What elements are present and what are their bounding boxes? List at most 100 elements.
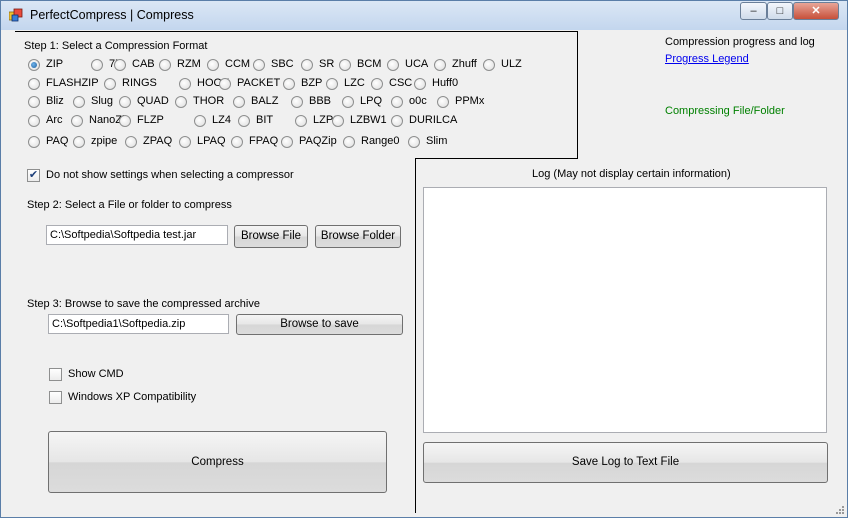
- show-cmd-checkbox[interactable]: [49, 368, 62, 381]
- minimize-button[interactable]: –: [740, 2, 767, 20]
- format-radio-zhuff[interactable]: [434, 59, 446, 71]
- format-radio-rzm[interactable]: [159, 59, 171, 71]
- format-radio-durilca[interactable]: [391, 115, 403, 127]
- format-radio-packet[interactable]: [219, 78, 231, 90]
- format-radio-flashzip[interactable]: [28, 78, 40, 90]
- format-label-rings: RINGS: [122, 77, 157, 89]
- progress-step: Storing RZM/CSC/CCM/PAQ on 7z: [665, 123, 837, 135]
- format-radio-lz4[interactable]: [194, 115, 206, 127]
- title-bar[interactable]: PerfectCompress | Compress – □ ✕: [1, 1, 847, 30]
- format-label-rzm: RZM: [177, 58, 201, 70]
- format-label-bit: BIT: [256, 114, 274, 126]
- format-radio-o0c[interactable]: [391, 96, 403, 108]
- format-radio-cab[interactable]: [114, 59, 126, 71]
- format-radio-bliz[interactable]: [28, 96, 40, 108]
- format-label-lzbw1: LZBW1: [350, 114, 387, 126]
- format-label-slug: Slug: [91, 95, 114, 107]
- format-radio-paqzip[interactable]: [281, 136, 293, 148]
- format-radio-huff0[interactable]: [414, 78, 426, 90]
- progress-step: Finishing Compression: [665, 142, 777, 154]
- format-label-paqzip: PAQZip: [299, 135, 337, 147]
- format-radio-arc[interactable]: [28, 115, 40, 127]
- format-radio-sr[interactable]: [301, 59, 313, 71]
- source-path-input[interactable]: C:\Softpedia\Softpedia test.jar: [46, 225, 228, 245]
- format-radio-flzp[interactable]: [119, 115, 131, 127]
- format-label-fpaq: FPAQ: [249, 135, 279, 147]
- format-radio-slug[interactable]: [73, 96, 85, 108]
- format-label-bzp: BZP: [301, 77, 323, 89]
- format-radio-nanozip[interactable]: [71, 115, 83, 127]
- format-radio-range0[interactable]: [343, 136, 355, 148]
- progress-step: Preprocessing Folder: [665, 89, 770, 101]
- maximize-button[interactable]: □: [767, 2, 793, 20]
- format-radio-bbb[interactable]: [291, 96, 303, 108]
- browse-to-save-button[interactable]: Browse to save: [236, 314, 403, 335]
- format-radio-paq[interactable]: [28, 136, 40, 148]
- step1-label: Step 1: Select a Compression Format: [24, 40, 208, 52]
- format-label-zip: ZIP: [46, 58, 64, 70]
- format-panel-border-bottom: [415, 158, 578, 159]
- xp-compat-label: Windows XP Compatibility: [68, 391, 197, 403]
- format-label-packet: PACKET: [237, 77, 281, 89]
- format-label-bliz: Bliz: [46, 95, 64, 107]
- no-settings-checkbox[interactable]: ✔: [27, 169, 40, 182]
- progress-legend-link[interactable]: Progress Legend: [665, 53, 749, 65]
- format-label-zpaq: ZPAQ: [143, 135, 173, 147]
- format-radio-bzp[interactable]: [283, 78, 295, 90]
- format-radio-slim[interactable]: [408, 136, 420, 148]
- close-button[interactable]: ✕: [793, 2, 839, 20]
- format-label-cab: CAB: [132, 58, 155, 70]
- format-radio-quad[interactable]: [119, 96, 131, 108]
- format-label-lpq: LPQ: [360, 95, 383, 107]
- format-radio-ppmx[interactable]: [437, 96, 449, 108]
- format-label-flzp: FLZP: [137, 114, 164, 126]
- window-title: PerfectCompress | Compress: [30, 8, 194, 22]
- progress-heading: Compression progress and log: [665, 36, 815, 48]
- browse-folder-button[interactable]: Browse Folder: [315, 225, 401, 248]
- format-radio-ulz[interactable]: [483, 59, 495, 71]
- format-label-slim: Slim: [426, 135, 448, 147]
- format-label-lz4: LZ4: [212, 114, 231, 126]
- save-log-button[interactable]: Save Log to Text File: [423, 442, 828, 483]
- xp-compat-checkbox[interactable]: [49, 391, 62, 404]
- format-radio-csc[interactable]: [371, 78, 383, 90]
- close-icon: ✕: [811, 5, 821, 17]
- format-radio-lpq[interactable]: [342, 96, 354, 108]
- format-radio-lzp2[interactable]: [295, 115, 307, 127]
- format-radio-zpipe[interactable]: [73, 136, 85, 148]
- format-radio-lzc[interactable]: [326, 78, 338, 90]
- format-radio-lzbw1[interactable]: [332, 115, 344, 127]
- format-radio-bcm[interactable]: [339, 59, 351, 71]
- format-radio-lpaq[interactable]: [179, 136, 191, 148]
- format-radio-uca[interactable]: [387, 59, 399, 71]
- format-radio-thor[interactable]: [175, 96, 187, 108]
- format-label-sr: SR: [319, 58, 335, 70]
- format-label-zpipe: zpipe: [91, 135, 118, 147]
- format-label-quad: QUAD: [137, 95, 169, 107]
- format-radio-7z[interactable]: [91, 59, 103, 71]
- format-radio-zpaq[interactable]: [125, 136, 137, 148]
- resize-grip-icon[interactable]: [834, 504, 844, 514]
- format-radio-hook[interactable]: [179, 78, 191, 90]
- format-label-ccm: CCM: [225, 58, 251, 70]
- compress-button[interactable]: Compress: [48, 431, 387, 493]
- app-window: PerfectCompress | Compress – □ ✕ Step 1:…: [0, 0, 848, 518]
- format-radio-bit[interactable]: [238, 115, 250, 127]
- format-label-thor: THOR: [193, 95, 225, 107]
- format-label-paq: PAQ: [46, 135, 69, 147]
- format-radio-fpaq[interactable]: [231, 136, 243, 148]
- format-panel-border-right: [577, 31, 578, 159]
- format-radio-balz[interactable]: [233, 96, 245, 108]
- step3-label: Step 3: Browse to save the compressed ar…: [27, 298, 260, 310]
- format-label-lpaq: LPAQ: [197, 135, 226, 147]
- format-radio-rings[interactable]: [104, 78, 116, 90]
- format-radio-ccm[interactable]: [207, 59, 219, 71]
- destination-path-input[interactable]: C:\Softpedia1\Softpedia.zip: [48, 314, 229, 334]
- show-cmd-label: Show CMD: [68, 368, 124, 380]
- format-radio-sbc[interactable]: [253, 59, 265, 71]
- check-icon: ✔: [28, 169, 39, 181]
- browse-file-button[interactable]: Browse File: [234, 225, 308, 248]
- format-radio-zip[interactable]: [28, 59, 40, 71]
- log-textarea[interactable]: [423, 187, 827, 433]
- log-label: Log (May not display certain information…: [532, 168, 731, 180]
